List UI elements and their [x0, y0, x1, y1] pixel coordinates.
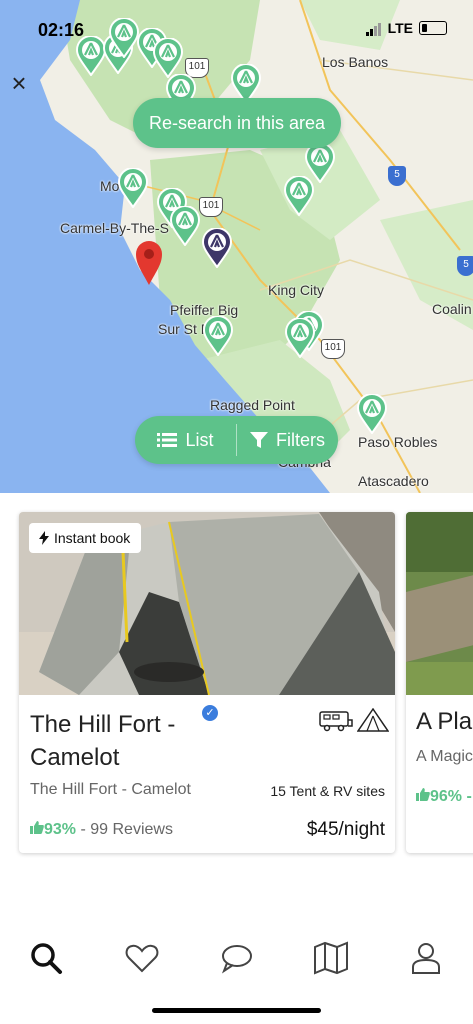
- heart-icon[interactable]: [124, 940, 160, 976]
- instant-book-label: Instant book: [54, 530, 131, 546]
- map-label-paso-robles: Paso Robles: [358, 434, 438, 450]
- status-bar: 02:16 LTE: [0, 0, 473, 56]
- campground-pin-icon[interactable]: [109, 18, 139, 58]
- campground-pin-icon[interactable]: [170, 206, 200, 246]
- review-count: - 99 Reviews: [80, 821, 173, 838]
- instant-book-badge: Instant book: [29, 523, 142, 553]
- next-listing-subtitle: A Magic: [416, 748, 473, 765]
- battery-icon: [419, 21, 447, 35]
- map-label-atascadero: Atascadero: [358, 473, 429, 489]
- map-label-coalinga: Coalin: [432, 301, 472, 317]
- map-view[interactable]: 02:16 LTE × Los Banos Mo ey Carmel-By-Th…: [0, 0, 473, 493]
- next-listing-card[interactable]: A Pla A Magic 96% -: [406, 512, 473, 853]
- thumbs-up-icon: [30, 821, 44, 834]
- campground-pin-icon[interactable]: [118, 168, 148, 208]
- filters-label: Filters: [276, 429, 325, 450]
- highway-shield-101: 101: [321, 339, 345, 359]
- site-type-icons: [319, 707, 390, 737]
- thumbs-up-icon: [416, 788, 430, 801]
- lightning-icon: [39, 531, 49, 545]
- map-icon[interactable]: [313, 940, 349, 976]
- home-indicator: [152, 1008, 321, 1013]
- location-pin-icon: [136, 241, 162, 285]
- filters-button[interactable]: Filters: [237, 416, 338, 464]
- map-label-los-banos: Los Banos: [322, 54, 389, 70]
- listing-price: $45/night: [306, 819, 385, 840]
- campground-pin-icon[interactable]: [284, 176, 314, 216]
- bottom-nav: [0, 930, 473, 990]
- map-label-ragged-point: Ragged Point: [210, 397, 295, 413]
- verified-icon: ✓: [202, 705, 218, 721]
- campground-pin-icon[interactable]: [76, 36, 106, 76]
- list-button[interactable]: List: [135, 416, 236, 464]
- research-area-label: Re-search in this area: [148, 112, 326, 133]
- highway-shield-5: 5: [388, 166, 406, 186]
- next-listing-photo: [406, 512, 473, 695]
- listing-rating: 93% - 99 Reviews: [30, 821, 173, 839]
- next-rating-percent: 96% -: [430, 788, 472, 805]
- listing-subtitle: The Hill Fort - Camelot: [30, 781, 191, 798]
- list-label: List: [185, 429, 214, 450]
- chat-icon[interactable]: [219, 940, 255, 976]
- selected-campground-pin-icon[interactable]: [202, 228, 232, 268]
- close-icon[interactable]: ×: [8, 70, 30, 96]
- research-area-button[interactable]: Re-search in this area: [133, 98, 341, 148]
- next-listing-title: A Pla: [416, 708, 473, 735]
- profile-icon[interactable]: [408, 940, 444, 976]
- tent-icon: [357, 707, 390, 732]
- rating-percent: 93%: [44, 821, 77, 838]
- status-indicators: LTE: [365, 20, 447, 36]
- list-filters-toggle: List Filters: [135, 416, 338, 464]
- next-listing-rating: 96% -: [416, 788, 472, 806]
- rv-icon: [319, 711, 353, 732]
- map-label-king-city: King City: [268, 282, 325, 298]
- listing-sites: 15 Tent & RV sites: [270, 783, 385, 799]
- listing-card[interactable]: Instant book The Hill Fort - Camelot ✓ T…: [19, 512, 395, 853]
- search-icon[interactable]: [28, 940, 64, 976]
- listing-title: The Hill Fort - Camelot: [30, 711, 176, 771]
- highway-shield-5: 5: [457, 256, 473, 276]
- map-label-carmel: Carmel-By-The-S: [60, 220, 169, 236]
- campground-pin-icon[interactable]: [153, 38, 183, 78]
- campground-pin-icon[interactable]: [357, 394, 387, 434]
- campground-pin-icon[interactable]: [203, 316, 233, 356]
- network-label: LTE: [387, 20, 413, 36]
- signal-icon: [365, 20, 382, 36]
- list-icon: [157, 433, 178, 447]
- highway-shield-101: 101: [199, 197, 223, 217]
- campground-pin-icon[interactable]: [285, 318, 315, 358]
- filter-icon: [250, 432, 268, 448]
